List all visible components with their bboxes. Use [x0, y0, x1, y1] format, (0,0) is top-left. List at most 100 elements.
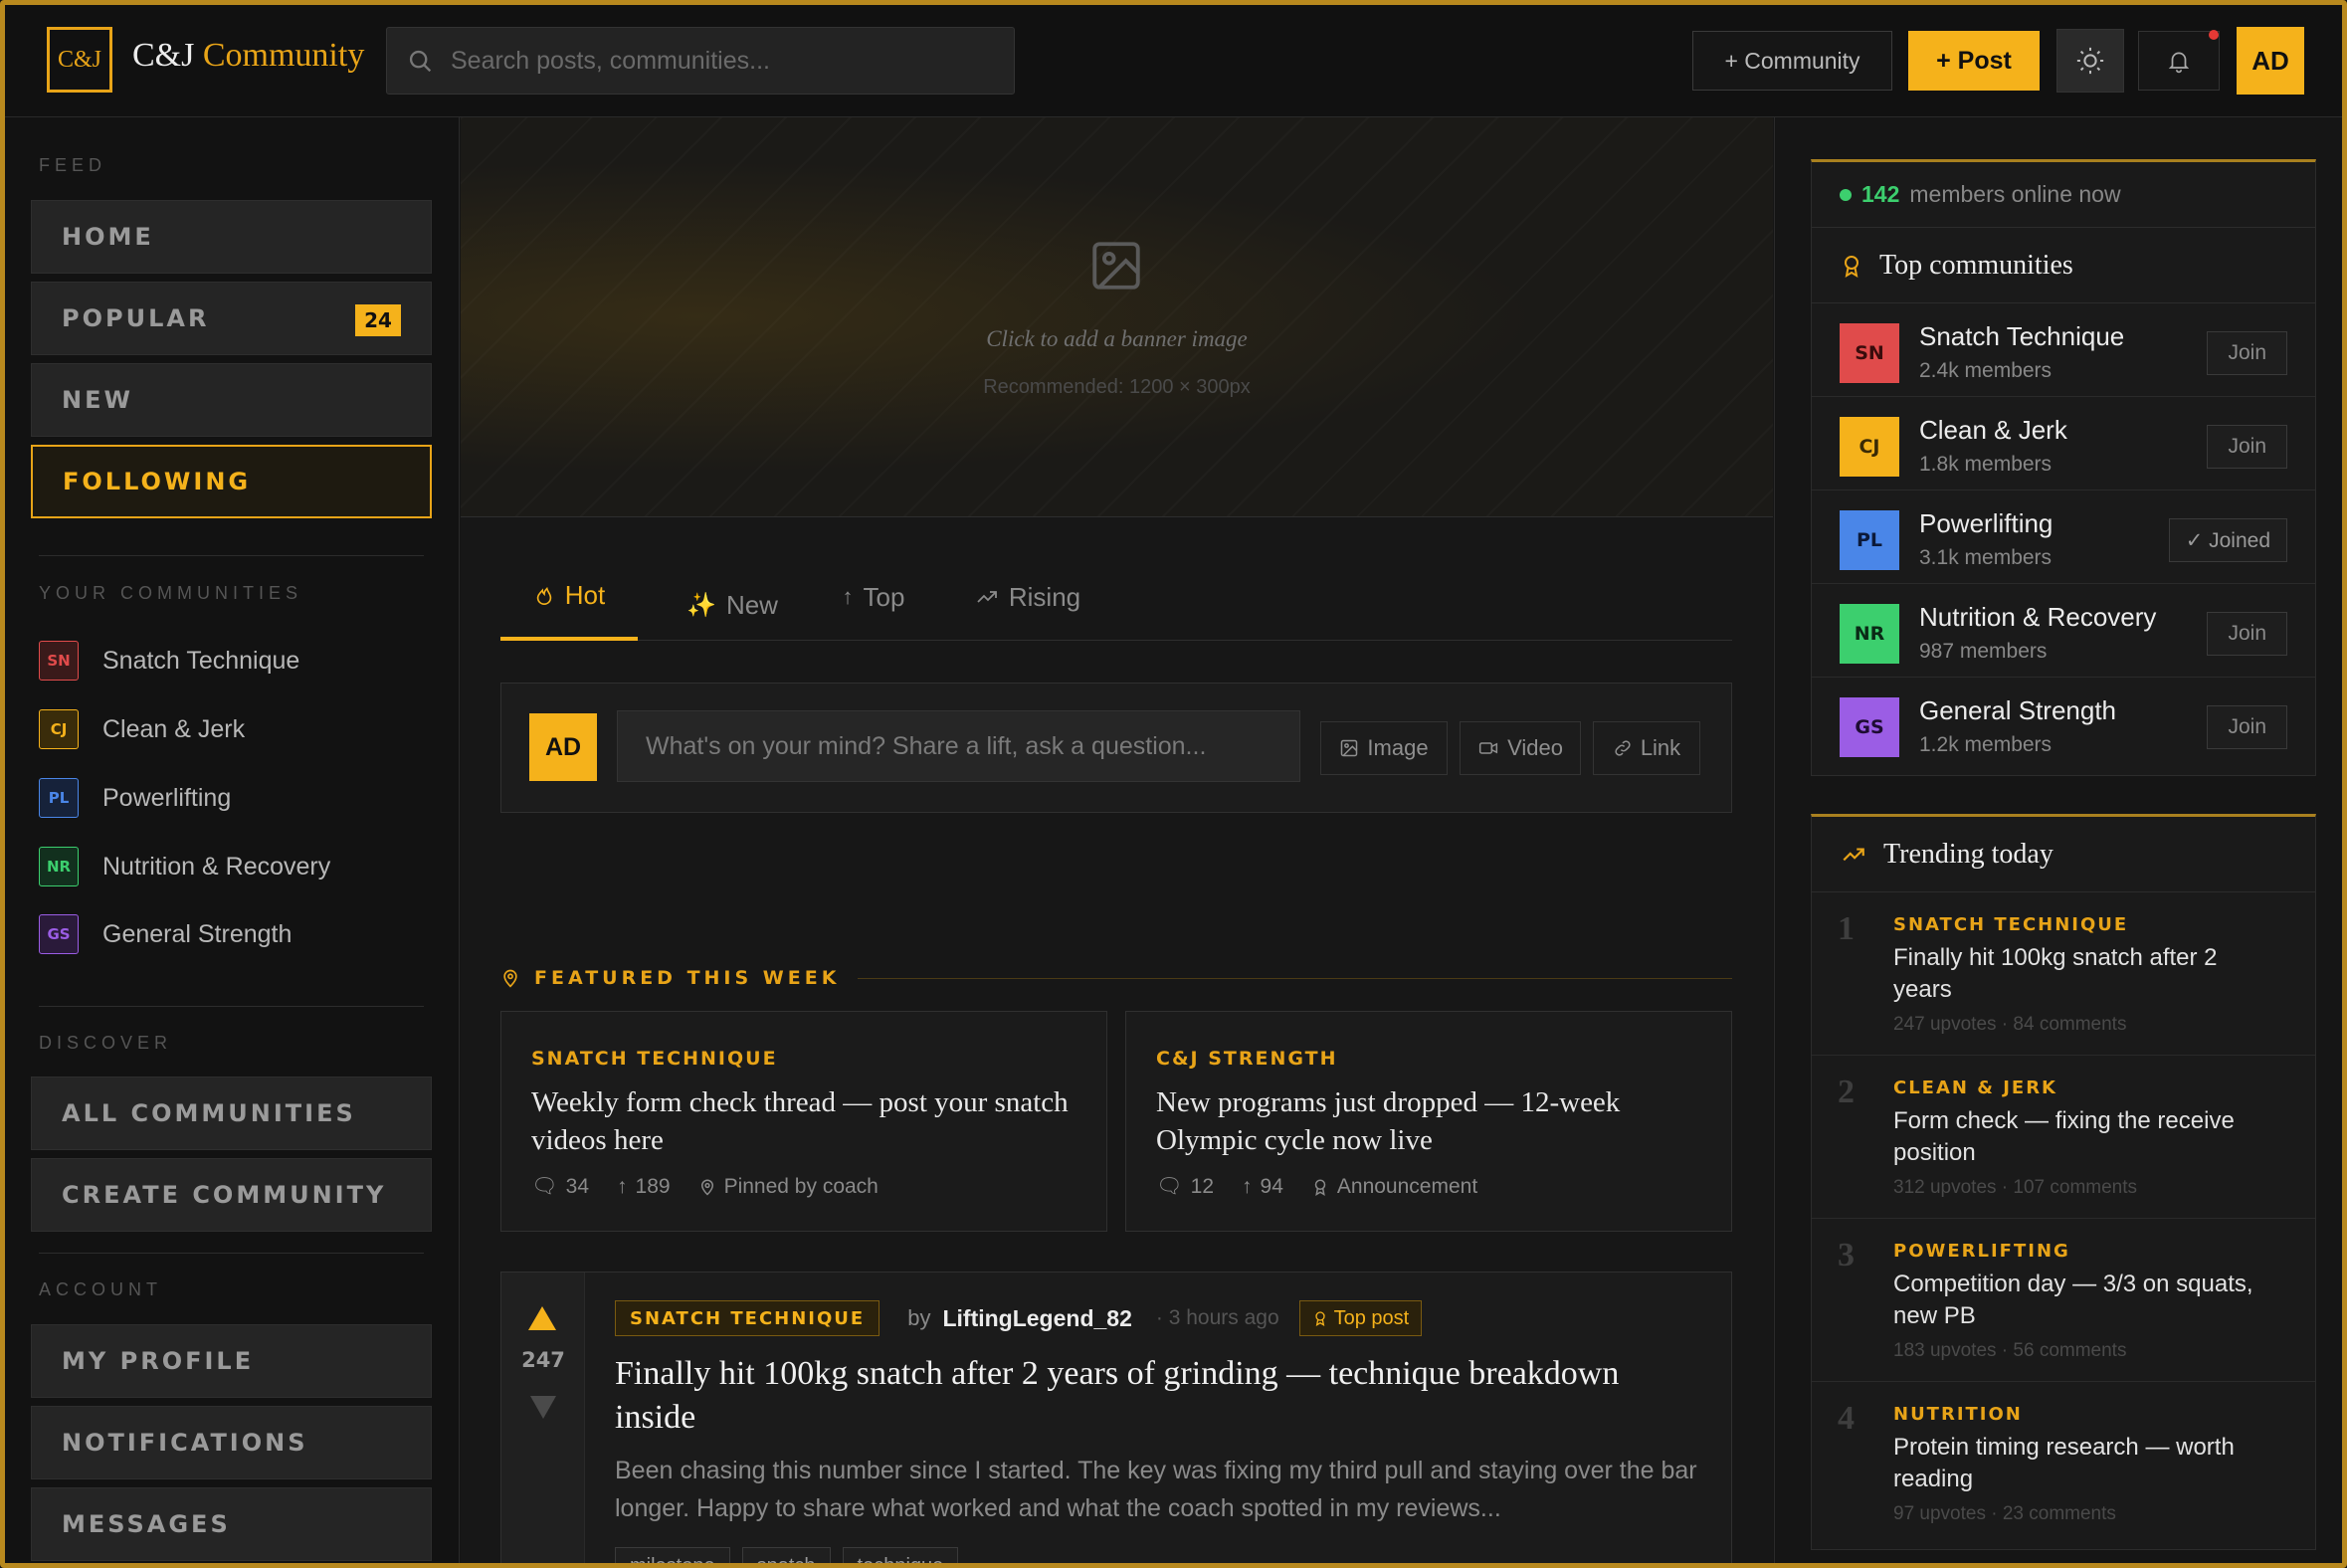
trending-heading: Trending today [1812, 817, 2315, 892]
community-tag: PL [1840, 510, 1899, 570]
post-title[interactable]: Finally hit 100kg snatch after 2 years o… [615, 1352, 1689, 1440]
nav-label: HOME [62, 223, 154, 251]
image-icon [1092, 242, 1140, 290]
online-dot [1840, 188, 1852, 201]
add-image-button[interactable]: Image [1320, 721, 1448, 775]
trending-item[interactable]: 3 POWERLIFTING Competition day — 3/3 on … [1812, 1219, 2315, 1382]
trending-category: NUTRITION [1893, 1404, 2023, 1425]
trending-rank: 2 [1838, 1074, 1855, 1110]
sidebar-community-nutrition[interactable]: NR Nutrition & Recovery [39, 846, 330, 887]
post-category-badge[interactable]: SNATCH TECHNIQUE [615, 1300, 880, 1336]
theme-toggle-button[interactable] [2056, 29, 2124, 93]
nav-label: NEW [62, 386, 133, 414]
join-button[interactable]: Join [2207, 425, 2287, 469]
tab-new[interactable]: ✨ New [670, 561, 795, 649]
right-sidebar: 142 members online now Top communities S… [1774, 117, 2342, 1563]
search-input[interactable] [451, 28, 998, 94]
account-section-label: ACCOUNT [39, 1279, 162, 1299]
community-row[interactable]: GS General Strength 1.2k members Join [1812, 678, 2315, 771]
join-button[interactable]: Join [2207, 705, 2287, 749]
nav-create-community[interactable]: CREATE COMMUNITY [31, 1158, 432, 1232]
trending-item[interactable]: 4 NUTRITION Protein timing research — wo… [1812, 1382, 2315, 1545]
trending-item[interactable]: 1 SNATCH TECHNIQUE Finally hit 100kg sna… [1812, 892, 2315, 1056]
community-row[interactable]: SN Snatch Technique 2.4k members Join [1812, 303, 2315, 397]
pin-icon [700, 1179, 713, 1196]
trending-stats: 97 upvotes · 23 comments [1893, 1503, 2116, 1524]
tab-rising[interactable]: Rising [953, 553, 1102, 641]
tab-label: Hot [564, 579, 606, 610]
featured-card[interactable]: SNATCH TECHNIQUE Weekly form check threa… [500, 1011, 1107, 1232]
left-sidebar: FEED HOME POPULAR 24 NEW FOLLOWING YOUR C… [5, 117, 460, 1563]
nav-notifications[interactable]: NOTIFICATIONS [31, 1406, 432, 1479]
community-row[interactable]: PL Powerlifting 3.1k members ✓ Joined [1812, 490, 2315, 584]
joined-button[interactable]: ✓ Joined [2168, 518, 2287, 562]
trending-rank: 4 [1838, 1400, 1855, 1437]
join-button[interactable]: Join [2207, 612, 2287, 656]
sidebar-community-powerlifting[interactable]: PL Powerlifting [39, 777, 231, 819]
tab-top[interactable]: ↑ Top [819, 553, 928, 641]
featured-note: Pinned by coach [723, 1175, 879, 1198]
nav-my-profile[interactable]: MY PROFILE [31, 1324, 432, 1398]
trending-up-icon [1843, 848, 1864, 861]
vote-column: 247 [501, 1273, 585, 1563]
sidebar-community-snatch[interactable]: SN Snatch Technique [39, 640, 299, 682]
upvote-count: 189 [635, 1175, 671, 1198]
nav-all-communities[interactable]: ALL COMMUNITIES [31, 1077, 432, 1150]
nav-new[interactable]: NEW [31, 363, 432, 437]
user-avatar[interactable]: AD [2237, 27, 2304, 95]
notification-dot [2209, 30, 2219, 40]
tab-label: New [725, 589, 778, 620]
nav-popular[interactable]: POPULAR 24 [31, 282, 432, 355]
featured-note: Announcement [1336, 1175, 1478, 1198]
post-author[interactable]: LiftingLegend_82 [942, 1305, 1131, 1332]
featured-category: C&J STRENGTH [1156, 1048, 1338, 1070]
trending-title: Competition day — 3/3 on squats, new PB [1893, 1271, 2253, 1329]
discover-section-label: DISCOVER [39, 1033, 173, 1053]
post-card[interactable]: 247 SNATCH TECHNIQUE by LiftingLegend_82… [500, 1272, 1732, 1563]
banner-upload-area[interactable]: Click to add a banner image Recommended:… [461, 117, 1773, 517]
composer-input[interactable] [618, 711, 1299, 781]
sidebar-community-general[interactable]: GS General Strength [39, 913, 292, 955]
trending-panel: Trending today 1 SNATCH TECHNIQUE Finall… [1811, 814, 2316, 1550]
upvote-arrow-icon[interactable] [528, 1306, 556, 1330]
nav-following[interactable]: FOLLOWING [31, 445, 432, 518]
notifications-button[interactable] [2138, 30, 2220, 91]
logo[interactable]: C&J [47, 27, 112, 93]
new-post-button[interactable]: + Post [1908, 31, 2040, 91]
nav-label: FOLLOWING [63, 468, 252, 495]
link-icon [1615, 740, 1631, 756]
comment-count: 12 [1190, 1175, 1215, 1198]
nav-label: MESSAGES [62, 1510, 231, 1538]
brand-title: C&J Community [132, 37, 364, 75]
add-video-button[interactable]: Video [1460, 721, 1581, 775]
post-tag[interactable]: technique [842, 1547, 959, 1563]
featured-category: SNATCH TECHNIQUE [531, 1048, 778, 1070]
featured-card[interactable]: C&J STRENGTH New programs just dropped —… [1125, 1011, 1732, 1232]
divider [39, 555, 424, 556]
post-time: · 3 hours ago [1155, 1306, 1279, 1329]
post-tag[interactable]: snatch [741, 1547, 831, 1563]
post-tag[interactable]: milestone [615, 1547, 730, 1563]
trending-stats: 312 upvotes · 107 comments [1893, 1177, 2138, 1198]
sparkles-icon: ✨ [686, 591, 716, 619]
post-body: Been chasing this number since I started… [615, 1457, 1697, 1522]
trending-item[interactable]: 2 CLEAN & JERK Form check — fixing the r… [1812, 1056, 2315, 1219]
community-tag: PL [39, 778, 79, 818]
downvote-arrow-icon[interactable] [530, 1396, 556, 1419]
button-label: Image [1367, 735, 1429, 760]
community-row[interactable]: NR Nutrition & Recovery 987 members Join [1812, 584, 2315, 678]
upvote-count: 94 [1260, 1175, 1283, 1198]
community-row[interactable]: CJ Clean & Jerk 1.8k members Join [1812, 397, 2315, 490]
featured-heading: FEATURED THIS WEEK [500, 965, 1732, 991]
nav-messages[interactable]: MESSAGES [31, 1487, 432, 1561]
tab-hot[interactable]: Hot [500, 553, 638, 641]
join-button[interactable]: Join [2207, 331, 2287, 375]
nav-home[interactable]: HOME [31, 200, 432, 274]
add-link-button[interactable]: Link [1593, 721, 1700, 775]
sort-tabs: Hot ✨ New ↑ Top Rising [500, 553, 1732, 641]
divider [39, 1006, 424, 1007]
sidebar-community-cj[interactable]: CJ Clean & Jerk [39, 708, 245, 750]
comment-count: 34 [565, 1175, 590, 1198]
new-community-button[interactable]: + Community [1692, 31, 1892, 91]
search-icon [409, 50, 432, 73]
